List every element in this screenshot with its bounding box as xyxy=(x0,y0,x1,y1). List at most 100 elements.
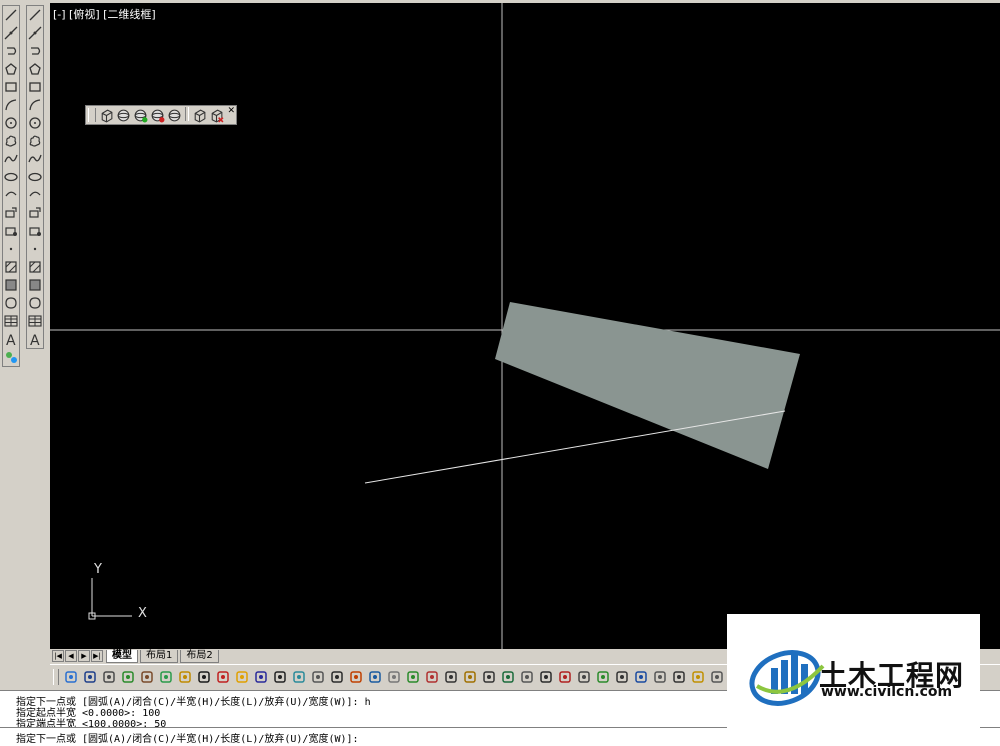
toolbar-button-icon[interactable] xyxy=(290,668,308,686)
toolbar-button-icon[interactable] xyxy=(176,668,194,686)
first-tab-button[interactable]: |◀ xyxy=(52,650,64,662)
gradient-icon[interactable] xyxy=(3,276,19,294)
command-prompt[interactable]: 指定下一点或 [圆弧(A)/闭合(C)/半宽(H)/长度(L)/放弃(U)/宽度… xyxy=(16,730,359,745)
ellipse-icon[interactable] xyxy=(3,168,19,186)
prev-tab-button[interactable]: ◀ xyxy=(65,650,77,662)
text-icon[interactable]: A xyxy=(3,330,19,348)
toolbar-separator xyxy=(185,107,189,121)
point-icon[interactable] xyxy=(27,240,43,258)
orbit-icon[interactable] xyxy=(166,107,183,123)
sphere-add-icon[interactable] xyxy=(132,107,149,123)
close-icon[interactable]: ✕ xyxy=(227,106,235,116)
construction-line-icon[interactable] xyxy=(27,24,43,42)
ellipse-arc-icon[interactable] xyxy=(3,186,19,204)
arc-icon[interactable] xyxy=(27,96,43,114)
toolbar-grip[interactable] xyxy=(88,108,96,122)
rectangle-icon[interactable] xyxy=(3,78,19,96)
make-block-icon[interactable] xyxy=(3,222,19,240)
tab-layout2[interactable]: 布局2 xyxy=(180,649,219,663)
toolbar-button-icon[interactable] xyxy=(461,668,479,686)
toolbar-button-icon[interactable] xyxy=(537,668,555,686)
toolbar-button-icon[interactable] xyxy=(480,668,498,686)
table-icon[interactable] xyxy=(27,312,43,330)
revision-cloud-icon[interactable] xyxy=(3,132,19,150)
arc-icon[interactable] xyxy=(3,96,19,114)
toolbar-button-icon[interactable] xyxy=(100,668,118,686)
toolbar-button-icon[interactable] xyxy=(499,668,517,686)
toolbar-button-icon[interactable] xyxy=(670,668,688,686)
polygon-icon[interactable] xyxy=(3,60,19,78)
gradient-icon[interactable] xyxy=(27,276,43,294)
text-icon[interactable]: A xyxy=(27,330,43,348)
spline-icon[interactable] xyxy=(27,150,43,168)
toolbar-button-icon[interactable] xyxy=(708,668,726,686)
toolbar-button-icon[interactable] xyxy=(575,668,593,686)
hatch-icon[interactable] xyxy=(3,258,19,276)
line-icon[interactable] xyxy=(3,6,19,24)
toolbar-button-icon[interactable] xyxy=(404,668,422,686)
toolbar-button-icon[interactable] xyxy=(157,668,175,686)
toolbar-button-icon[interactable] xyxy=(385,668,403,686)
watermark: 土木工程网 www.civilcn.com xyxy=(727,614,980,738)
last-tab-button[interactable]: ▶| xyxy=(91,650,103,662)
3d-view-icon[interactable] xyxy=(191,107,208,123)
toolbar-button-icon[interactable] xyxy=(594,668,612,686)
toolbar-button-icon[interactable] xyxy=(309,668,327,686)
toolbar-button-icon[interactable] xyxy=(252,668,270,686)
draw-toolbar-2: A xyxy=(26,5,44,349)
toolbar-button-icon[interactable] xyxy=(442,668,460,686)
draw-toolbar-1: A xyxy=(2,5,20,367)
toolbar-button-icon[interactable] xyxy=(632,668,650,686)
next-tab-button[interactable]: ▶ xyxy=(78,650,90,662)
toolbar-button-icon[interactable] xyxy=(271,668,289,686)
toolbar-button-icon[interactable] xyxy=(423,668,441,686)
toolbar-button-icon[interactable] xyxy=(195,668,213,686)
hatch-icon[interactable] xyxy=(27,258,43,276)
point-icon[interactable] xyxy=(3,240,19,258)
ucs-y-label: Y xyxy=(93,562,102,577)
toolbar-button-icon[interactable] xyxy=(689,668,707,686)
add-selected-icon[interactable] xyxy=(3,348,19,366)
toolbar-button-icon[interactable] xyxy=(347,668,365,686)
toolbar-button-icon[interactable] xyxy=(233,668,251,686)
3d-box-icon[interactable] xyxy=(98,107,115,123)
construction-line-icon[interactable] xyxy=(3,24,19,42)
rectangle-icon[interactable] xyxy=(27,78,43,96)
region-icon[interactable] xyxy=(27,294,43,312)
toolbar-button-icon[interactable] xyxy=(62,668,80,686)
toolbar-button-icon[interactable] xyxy=(81,668,99,686)
polyline-icon[interactable] xyxy=(27,42,43,60)
make-block-icon[interactable] xyxy=(27,222,43,240)
toolbar-button-icon[interactable] xyxy=(214,668,232,686)
tab-layout1[interactable]: 布局1 xyxy=(140,649,179,663)
drawing-canvas[interactable]: [-] [俯视] [二维线框] Y X ✕ xyxy=(50,3,1000,649)
insert-block-icon[interactable] xyxy=(3,204,19,222)
ucs-x-label: X xyxy=(138,606,147,621)
circle-icon[interactable] xyxy=(27,114,43,132)
region-icon[interactable] xyxy=(3,294,19,312)
ellipse-icon[interactable] xyxy=(27,168,43,186)
toolbar-button-icon[interactable] xyxy=(138,668,156,686)
circle-icon[interactable] xyxy=(3,114,19,132)
toolbar-button-icon[interactable] xyxy=(119,668,137,686)
sphere-remove-icon[interactable] xyxy=(149,107,166,123)
svg-text:A: A xyxy=(30,333,40,346)
toolbar-button-icon[interactable] xyxy=(613,668,631,686)
spline-icon[interactable] xyxy=(3,150,19,168)
tab-model[interactable]: 模型 xyxy=(106,649,138,663)
toolbar-button-icon[interactable] xyxy=(366,668,384,686)
ellipse-arc-icon[interactable] xyxy=(27,186,43,204)
toolbar-button-icon[interactable] xyxy=(518,668,536,686)
toolbar-button-icon[interactable] xyxy=(328,668,346,686)
revision-cloud-icon[interactable] xyxy=(27,132,43,150)
table-icon[interactable] xyxy=(3,312,19,330)
3d-delete-icon[interactable] xyxy=(208,107,225,123)
polyline-icon[interactable] xyxy=(3,42,19,60)
toolbar-button-icon[interactable] xyxy=(651,668,669,686)
insert-block-icon[interactable] xyxy=(27,204,43,222)
toolbar-grip[interactable] xyxy=(53,669,59,685)
line-icon[interactable] xyxy=(27,6,43,24)
polygon-icon[interactable] xyxy=(27,60,43,78)
toolbar-button-icon[interactable] xyxy=(556,668,574,686)
sphere-icon[interactable] xyxy=(115,107,132,123)
